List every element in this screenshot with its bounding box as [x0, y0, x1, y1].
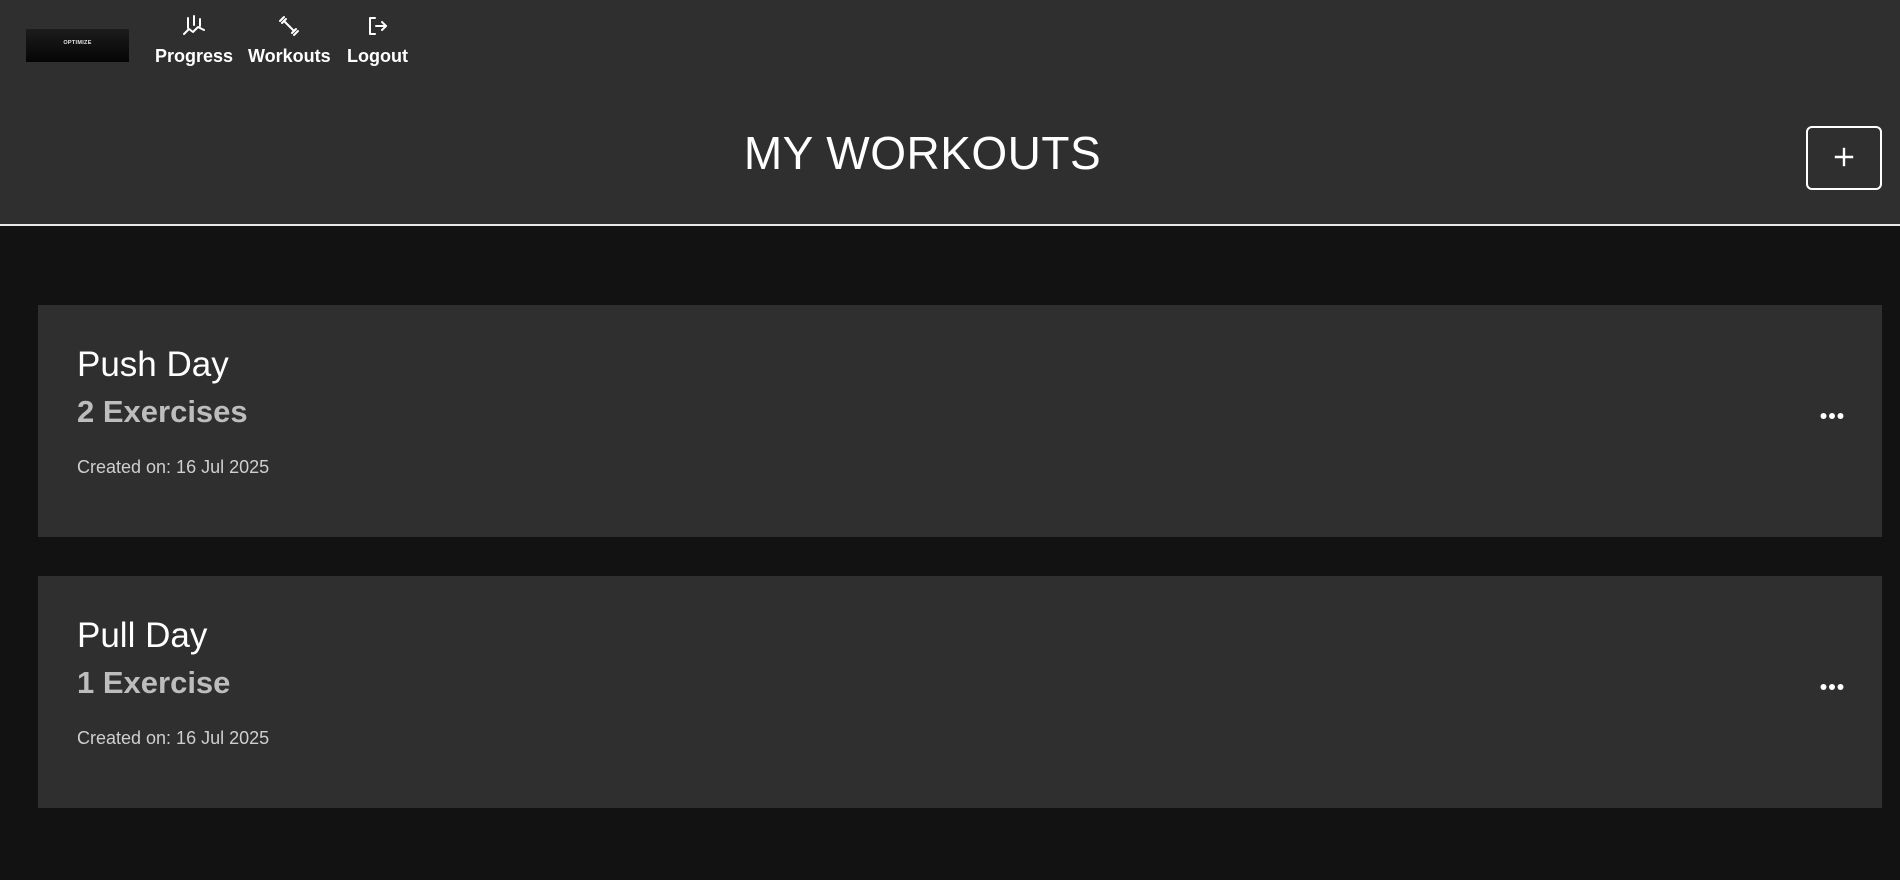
more-horizontal-icon — [1820, 684, 1844, 690]
more-horizontal-icon — [1820, 413, 1844, 419]
nav-label-progress: Progress — [155, 46, 234, 66]
exercise-count: 1 Exercise — [77, 665, 231, 700]
more-options-button[interactable] — [1812, 672, 1852, 702]
exercise-count: 2 Exercises — [77, 394, 248, 429]
dumbbell-icon — [277, 14, 301, 38]
created-date: Created on: 16 Jul 2025 — [77, 457, 270, 477]
nav-item-progress[interactable]: Progress — [155, 14, 233, 67]
workout-name: Pull Day — [77, 616, 208, 655]
plus-icon — [1833, 146, 1855, 171]
created-date: Created on: 16 Jul 2025 — [77, 728, 270, 748]
chart-icon — [182, 14, 206, 38]
logo-text: OPTIMIZE — [63, 39, 92, 46]
nav-item-workouts[interactable]: Workouts — [248, 14, 331, 67]
nav-item-logout[interactable]: Logout — [347, 14, 408, 67]
more-options-button[interactable] — [1812, 401, 1852, 431]
workout-card[interactable]: Pull Day 1 Exercise Created on: 16 Jul 2… — [38, 576, 1882, 808]
workout-card[interactable]: Push Day 2 Exercises Created on: 16 Jul … — [38, 305, 1882, 537]
add-workout-button[interactable] — [1806, 126, 1882, 190]
page-title: MY WORKOUTS — [743, 127, 1102, 179]
nav-label-workouts: Workouts — [248, 46, 331, 66]
logout-icon — [365, 14, 389, 38]
workout-name: Push Day — [77, 345, 229, 384]
nav-label-logout: Logout — [347, 46, 408, 66]
top-header: OPTIMIZE Progress Workouts Logout MY WOR… — [0, 0, 1900, 226]
brand-logo[interactable]: OPTIMIZE — [26, 29, 129, 62]
